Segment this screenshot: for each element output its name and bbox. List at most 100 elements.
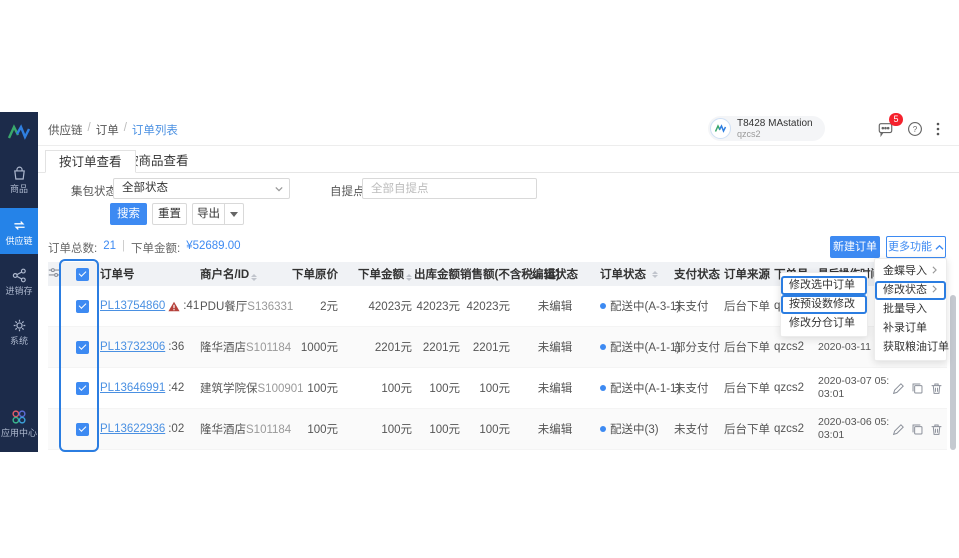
merchant-name: 建筑学院保 [200,383,258,395]
menu-item-kingdee-import[interactable]: 金蝶导入 [875,262,946,281]
sidebar-item-label: 进销存 [5,285,33,296]
chevron-down-icon [275,186,283,192]
cell-outbound: 42023元 [416,301,460,313]
table-row: PL13646991 :42 建筑学院保S100901 100元 100元 10… [48,368,947,409]
search-button[interactable]: 搜索 [110,203,147,225]
sidebar-item-supply-chain[interactable]: 供应链 [0,208,38,254]
status-dot [600,426,606,432]
order-time-fragment: :42 [168,382,185,394]
merchant-name: 隆华酒店 [200,342,246,354]
copy-icon[interactable] [911,423,924,436]
sort-icon [251,274,258,281]
pickup-point-input[interactable] [362,178,537,199]
cell-orig-price: 2元 [320,301,338,313]
delete-icon[interactable] [930,382,943,395]
delete-icon[interactable] [930,423,943,436]
header-order-status[interactable]: 订单状态 [600,266,674,282]
merchant-name: PDU餐厅 [200,301,248,313]
order-link[interactable]: PL13622936 [100,423,165,435]
order-time-fragment: :36 [168,341,185,353]
kebab-menu-icon[interactable] [931,121,945,140]
menu-item-modify-split-orders[interactable]: 修改分仓订单 [781,314,867,333]
order-amount-value: ¥52689.00 [186,240,241,252]
user-account-chip[interactable]: T8428 MAstation qzcs2 [708,116,825,141]
brand-logo-icon [0,112,38,152]
row-checkbox[interactable] [75,299,89,313]
breadcrumb-orders[interactable]: 订单 [96,122,119,138]
tab-view-by-order[interactable]: 按订单查看 [45,150,136,173]
edit-icon[interactable] [892,382,905,395]
user-sub-account: qzcs2 [737,129,761,139]
chevron-right-icon [931,262,938,281]
more-functions-button[interactable]: 更多功能 [886,236,946,258]
bag-icon [11,165,28,182]
menu-item-modify-status[interactable]: 修改状态 [875,281,946,300]
cell-order-amount: 100元 [381,424,412,436]
sidebar: 商品 供应链 进销存 系统 应用中心 [0,112,38,452]
header-outbound-amount: 出库金额 [414,269,460,281]
menu-item-supplement-order[interactable]: 补录订单 [875,319,946,338]
cell-outbound: 100元 [429,383,460,395]
breadcrumb-supply-chain[interactable]: 供应链 [48,122,83,138]
order-time-fragment: :02 [168,423,185,435]
header-pay-status: 支付状态 [674,269,720,281]
caret-down-icon [230,212,238,217]
order-time-fragment: :41 [183,300,200,312]
vertical-scrollbar[interactable] [950,295,956,450]
cell-outbound: 2201元 [422,342,460,354]
menu-item-batch-import[interactable]: 批量导入 [875,300,946,319]
cell-order-status: 配送中(3) [610,424,659,436]
merchant-name: 隆华酒店 [200,424,246,436]
reset-button[interactable]: 重置 [152,203,187,225]
header-merchant[interactable]: 商户名/ID [200,266,292,282]
row-checkbox[interactable] [75,340,89,354]
sidebar-item-inventory[interactable]: 进销存 [0,258,38,304]
cell-operator: qzcs2 [774,423,805,435]
order-link[interactable]: PL13754860 [100,300,165,312]
more-functions-label: 更多功能 [888,241,932,253]
table-row: PL13622936 :02 隆华酒店S101184 100元 100元 100… [48,409,947,450]
sidebar-item-goods[interactable]: 商品 [0,156,38,202]
row-checkbox[interactable] [75,381,89,395]
cell-source: 后台下单 [724,342,770,354]
cell-order-amount: 42023元 [368,301,412,313]
breadcrumb-separator: / [87,122,91,134]
status-dot [600,303,606,309]
breadcrumb-order-list: 订单列表 [131,125,178,137]
package-status-value: 全部状态 [122,182,168,194]
order-count-value: 21 [103,240,116,252]
order-link[interactable]: PL13732306 [100,341,165,353]
package-status-select[interactable]: 全部状态 [113,178,290,199]
sidebar-item-system[interactable]: 系统 [0,308,38,354]
select-all-checkbox[interactable] [75,267,89,281]
edit-icon[interactable] [892,423,905,436]
menu-item-modify-by-preset[interactable]: 按预设数修改 [781,295,867,314]
export-dropdown-button[interactable] [224,203,244,225]
order-count-label: 订单总数: [48,243,98,255]
svg-text:?: ? [913,125,918,134]
cell-sales: 42023元 [466,301,510,313]
menu-item-modify-selected-orders[interactable]: 修改选中订单 [781,276,867,295]
sidebar-item-label: 供应链 [5,235,33,246]
order-link[interactable]: PL13646991 [100,382,165,394]
sidebar-item-app-center[interactable]: 应用中心 [0,400,38,446]
header-order-amount[interactable]: 下单金额 [338,266,412,282]
cell-orig-price: 1000元 [300,342,338,354]
export-button[interactable]: 导出 [192,203,225,225]
cell-sales: 2201元 [472,342,510,354]
cell-edit-status: 未编辑 [537,424,573,436]
row-checkbox[interactable] [75,422,89,436]
menu-item-fetch-grain-orders[interactable]: 获取粮油订单 [875,338,949,357]
sidebar-item-label: 商品 [9,183,28,194]
column-settings-icon[interactable] [48,266,64,282]
breadcrumb: 供应链 / 订单 / 订单列表 [48,122,178,138]
order-amount-label: 下单金额: [131,243,181,255]
new-order-button[interactable]: 新建订单 [830,236,880,258]
header-order-no: 订单号 [100,269,135,281]
merchant-id: S101184 [246,424,292,436]
header-orig-price: 下单原价 [292,269,338,281]
copy-icon[interactable] [911,382,924,395]
cell-pay-status: 未支付 [674,301,709,313]
modify-status-submenu: 修改选中订单 按预设数修改 修改分仓订单 [780,272,868,337]
help-icon[interactable]: ? [907,121,923,140]
